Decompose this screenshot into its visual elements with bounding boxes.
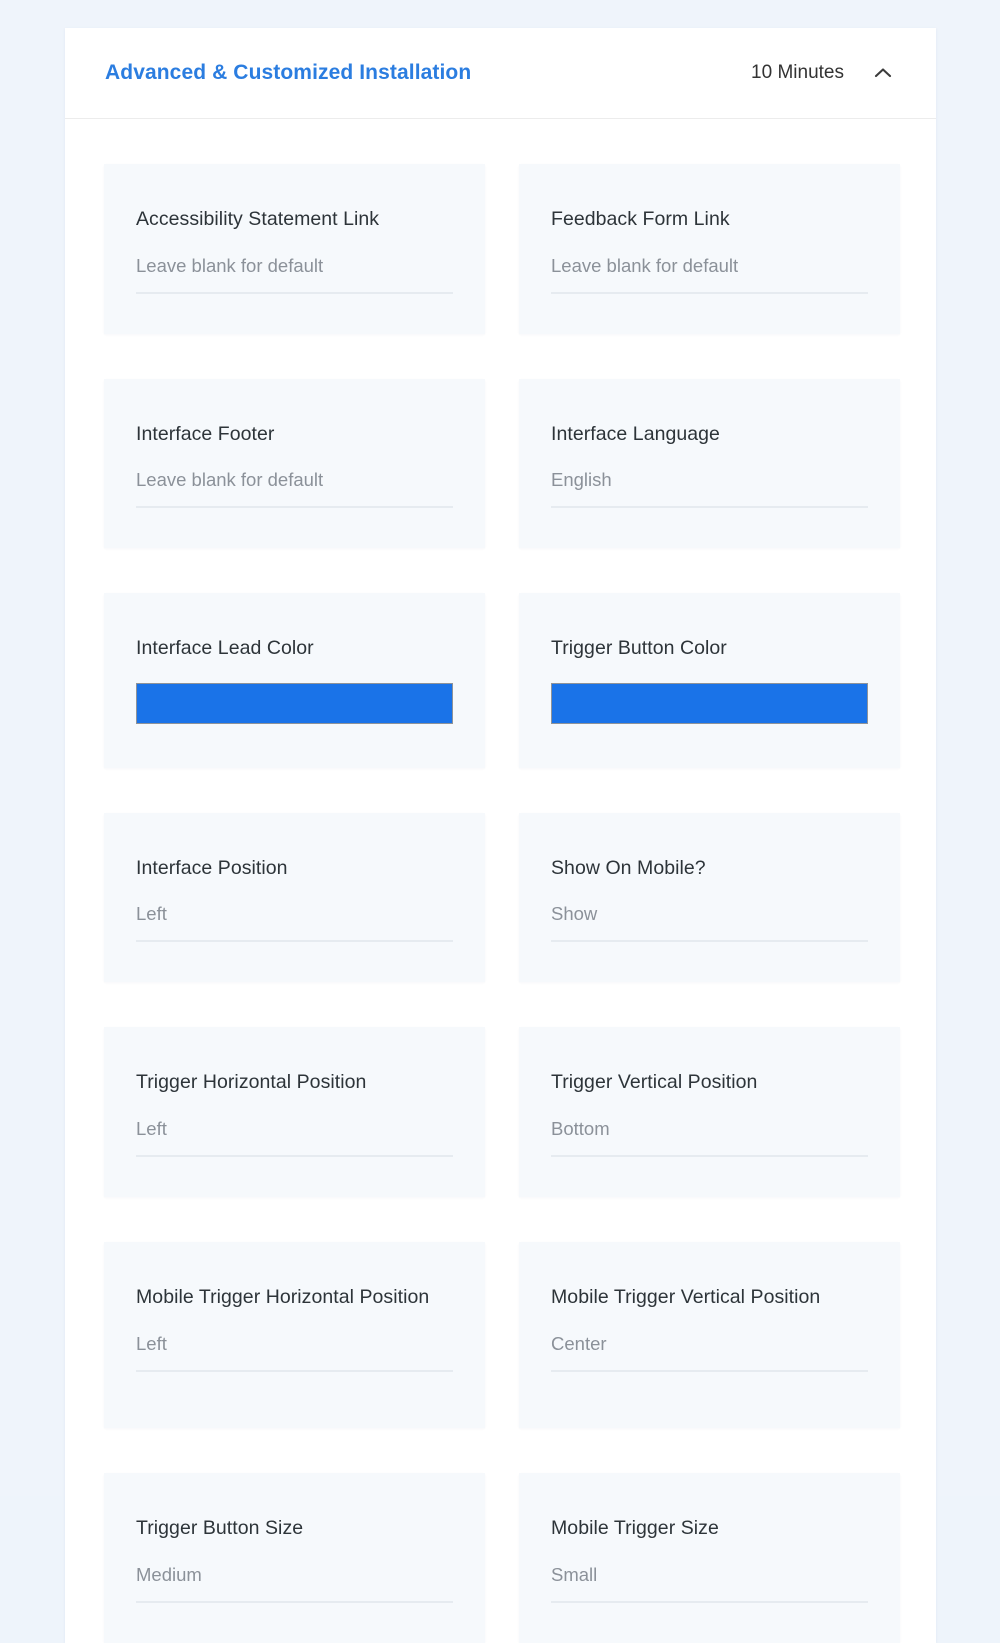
color-swatch[interactable] [136,682,453,724]
field-card: Mobile Trigger Size Small [519,1473,900,1643]
chevron-up-icon[interactable] [870,60,896,86]
section-title: Advanced & Customized Installation [105,61,472,84]
field-select[interactable]: Left [136,1332,453,1372]
color-swatch[interactable] [551,682,868,724]
field-select[interactable]: Medium [136,1563,453,1603]
field-input[interactable]: Leave blank for default [136,254,453,294]
field-select[interactable]: Small [551,1563,868,1603]
field-card: Mobile Trigger Horizontal Position Left [104,1242,485,1429]
field-card: Interface Lead Color [104,593,485,768]
field-label: Feedback Form Link [551,208,730,230]
field-card: Interface Language English [519,378,900,549]
field-label: Interface Lead Color [136,637,314,660]
field-select[interactable]: Show [551,902,868,943]
advanced-installation-panel: Advanced & Customized Installation 10 Mi… [65,28,936,1643]
field-select[interactable]: Left [136,902,453,943]
field-select[interactable]: Left [136,1117,453,1158]
field-label: Trigger Button Size [136,1517,304,1540]
field-label: Mobile Trigger Size [551,1517,719,1540]
field-label: Interface Position [136,856,288,879]
field-select[interactable]: English [551,468,868,509]
field-card: Interface Position Left [104,812,485,983]
page-root: Advanced & Customized Installation 10 Mi… [0,0,1000,1643]
field-label: Trigger Horizontal Position [136,1071,367,1094]
section-header-right: 10 Minutes [751,60,896,86]
field-card: Trigger Horizontal Position Left [104,1027,485,1198]
field-input[interactable]: Leave blank for default [551,254,868,294]
field-card: Mobile Trigger Vertical Position Center [519,1242,900,1429]
section-duration: 10 Minutes [751,62,844,83]
field-card: Trigger Button Color [519,593,900,768]
field-label: Trigger Button Color [551,637,727,660]
field-card: Accessibility Statement Link Leave blank … [104,164,485,334]
field-card: Trigger Button Size Medium [104,1473,485,1643]
field-label: Mobile Trigger Vertical Position [551,1286,821,1309]
field-card: Interface Footer Leave blank for default [104,378,485,549]
field-label: Show On Mobile? [551,856,706,879]
field-card: Feedback Form Link Leave blank for defaul… [519,164,900,334]
field-label: Interface Language [551,422,720,445]
section-header[interactable]: Advanced & Customized Installation 10 Mi… [65,28,936,119]
field-label: Mobile Trigger Horizontal Position [136,1286,430,1309]
settings-fields-grid: Accessibility Statement Link Leave blank … [65,119,936,1643]
field-label: Accessibility Statement Link [136,208,380,230]
field-card: Show On Mobile? Show [519,812,900,983]
field-card: Trigger Vertical Position Bottom [519,1027,900,1198]
field-input[interactable]: Leave blank for default [136,468,453,509]
field-select[interactable]: Bottom [551,1117,868,1158]
field-label: Interface Footer [136,422,275,445]
field-label: Trigger Vertical Position [551,1071,758,1094]
field-select[interactable]: Center [551,1332,868,1372]
